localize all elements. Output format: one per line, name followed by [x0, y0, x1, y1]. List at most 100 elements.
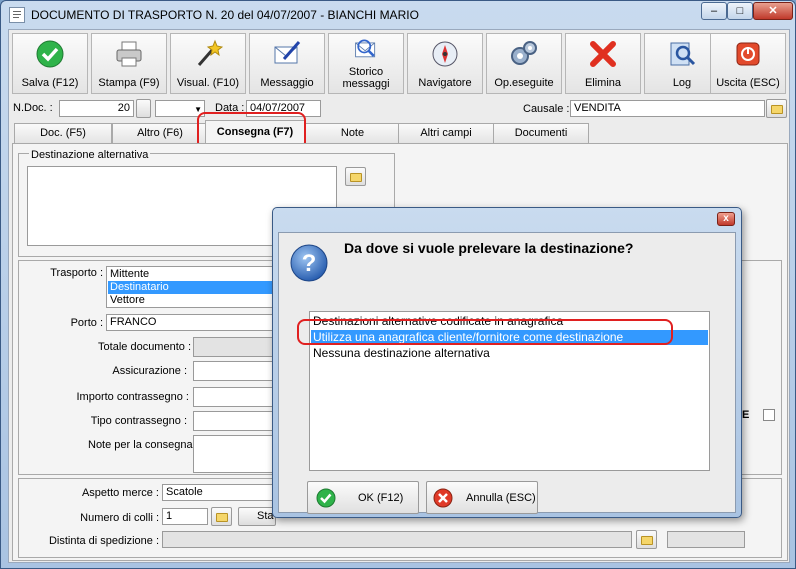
- operations-button[interactable]: Op.eseguite: [486, 33, 562, 94]
- option-destinazioni-codificate[interactable]: Destinazioni alternative codificate in a…: [311, 314, 708, 329]
- navigator-label: Navigatore: [418, 77, 472, 89]
- exit-label: Uscita (ESC): [716, 77, 780, 89]
- cancel-button[interactable]: Annulla (ESC): [426, 481, 538, 514]
- causale-label: Causale :: [523, 103, 570, 115]
- checkbox-label: E: [742, 409, 750, 421]
- trasporto-list[interactable]: Mittente Destinatario Vettore: [106, 266, 276, 308]
- option-anagrafica-cliente[interactable]: Utilizza una anagrafica cliente/fornitor…: [311, 330, 708, 345]
- cancel-label: Annulla (ESC): [466, 492, 536, 504]
- colli-field[interactable]: 1: [162, 508, 208, 525]
- distinta-field: [162, 531, 632, 548]
- folder-icon: [350, 173, 362, 182]
- data-label: Data :: [215, 102, 245, 114]
- app-icon: [9, 7, 25, 23]
- dest-alt-lookup-button[interactable]: [345, 167, 366, 186]
- navigator-button[interactable]: Navigatore: [407, 33, 483, 94]
- porto-field[interactable]: FRANCO: [106, 314, 276, 331]
- note-label: Note per la consegna: [88, 439, 193, 451]
- svg-text:?: ?: [302, 250, 317, 277]
- check-icon: [36, 40, 64, 68]
- ok-button[interactable]: OK (F12): [307, 481, 419, 514]
- folder-icon: [641, 536, 653, 545]
- message-icon: [274, 41, 301, 64]
- question-icon: ?: [290, 244, 328, 282]
- causale-field[interactable]: VENDITA: [570, 100, 765, 117]
- assicurazione-label: Assicurazione :: [112, 365, 187, 377]
- note-field[interactable]: [193, 435, 276, 473]
- cancel-icon: [433, 488, 453, 508]
- importo-label: Importo contrassegno :: [76, 391, 189, 403]
- minimize-button[interactable]: –: [701, 2, 727, 20]
- option-nessuna-destinazione[interactable]: Nessuna destinazione alternativa: [311, 346, 708, 361]
- tab-doc[interactable]: Doc. (F5): [14, 123, 112, 143]
- series-select[interactable]: ▼: [155, 100, 205, 117]
- trasporto-option-mittente[interactable]: Mittente: [108, 268, 274, 281]
- message-history-icon: [355, 39, 376, 58]
- colli-lookup-button[interactable]: [211, 507, 232, 526]
- save-label: Salva (F12): [21, 77, 79, 89]
- totale-label: Totale documento :: [98, 341, 191, 353]
- option-checkbox[interactable]: [763, 409, 775, 421]
- tipo-field[interactable]: [193, 411, 276, 431]
- log-icon: [670, 42, 696, 66]
- magic-wand-icon: [197, 39, 223, 66]
- tipo-label: Tipo contrassegno :: [90, 415, 187, 427]
- totale-field: [193, 337, 276, 357]
- delete-label: Elimina: [584, 77, 622, 89]
- distinta-label: Distinta di spedizione :: [48, 535, 159, 547]
- trasporto-label: Trasporto :: [50, 267, 103, 279]
- print-label: Stampa (F9): [98, 77, 160, 89]
- date-field[interactable]: 04/07/2007: [246, 100, 321, 117]
- chevron-down-icon: ▼: [194, 105, 202, 114]
- destination-option-list[interactable]: Destinazioni alternative codificate in a…: [309, 311, 710, 471]
- assicurazione-field[interactable]: [193, 361, 276, 381]
- tab-altri-campi[interactable]: Altri campi: [398, 123, 494, 143]
- delete-icon: [590, 41, 616, 67]
- distinta-lookup-button[interactable]: [636, 530, 657, 549]
- dialog-body: ? Da dove si vuole prelevare la destinaz…: [278, 232, 736, 514]
- window-title: DOCUMENTO DI TRASPORTO N. 20 del 04/07/2…: [31, 8, 419, 22]
- aspetto-label: Aspetto merce :: [81, 487, 159, 499]
- dialog-question: Da dove si vuole prelevare la destinazio…: [344, 240, 634, 256]
- porto-label: Porto :: [70, 317, 103, 329]
- message-button[interactable]: Messaggio: [249, 33, 325, 94]
- message-label: Messaggio: [260, 77, 314, 89]
- dest-alt-label: Destinazione alternativa: [29, 149, 151, 161]
- distinta-code-field: [667, 531, 745, 548]
- causale-lookup-button[interactable]: [766, 99, 787, 118]
- log-button[interactable]: Log: [644, 33, 720, 94]
- tab-consegna[interactable]: Consegna (F7): [205, 120, 305, 144]
- close-button[interactable]: ✕: [753, 2, 793, 20]
- save-button[interactable]: Salva (F12): [12, 33, 88, 94]
- ndoc-field[interactable]: 20: [59, 100, 134, 117]
- tab-documenti[interactable]: Documenti: [493, 123, 589, 143]
- trasporto-option-destinatario[interactable]: Destinatario: [108, 281, 274, 294]
- tab-note[interactable]: Note: [305, 123, 400, 143]
- operations-label: Op.eseguite: [494, 77, 554, 89]
- ndoc-label: N.Doc. :: [13, 102, 53, 114]
- ok-label: OK (F12): [358, 492, 404, 504]
- exit-icon: [736, 42, 760, 66]
- message-history-label: Storico messaggi: [342, 66, 390, 90]
- folder-icon: [216, 513, 228, 522]
- dialog-close-button[interactable]: x: [717, 212, 735, 226]
- view-button[interactable]: Visual. (F10): [170, 33, 246, 94]
- message-history-button[interactable]: Storico messaggi: [328, 33, 404, 94]
- aspetto-field[interactable]: Scatole: [162, 484, 276, 501]
- importo-field[interactable]: [193, 387, 276, 407]
- exit-button[interactable]: Uscita (ESC): [710, 33, 786, 94]
- print-button[interactable]: Stampa (F9): [91, 33, 167, 94]
- printer-icon: [116, 41, 142, 67]
- maximize-button[interactable]: □: [727, 2, 753, 20]
- compass-icon: [432, 41, 458, 67]
- gears-icon: [511, 41, 537, 65]
- destination-dialog: x ? Da dove si vuole prelevare la destin…: [272, 207, 742, 518]
- colli-label: Numero di colli :: [80, 512, 159, 524]
- trasporto-option-vettore[interactable]: Vettore: [108, 294, 274, 307]
- tab-altro[interactable]: Altro (F6): [112, 123, 208, 143]
- delete-button[interactable]: Elimina: [565, 33, 641, 94]
- ndoc-lookup-button[interactable]: [136, 99, 151, 118]
- sta-button[interactable]: Sta: [238, 507, 276, 526]
- folder-icon: [771, 105, 783, 114]
- view-label: Visual. (F10): [176, 77, 240, 89]
